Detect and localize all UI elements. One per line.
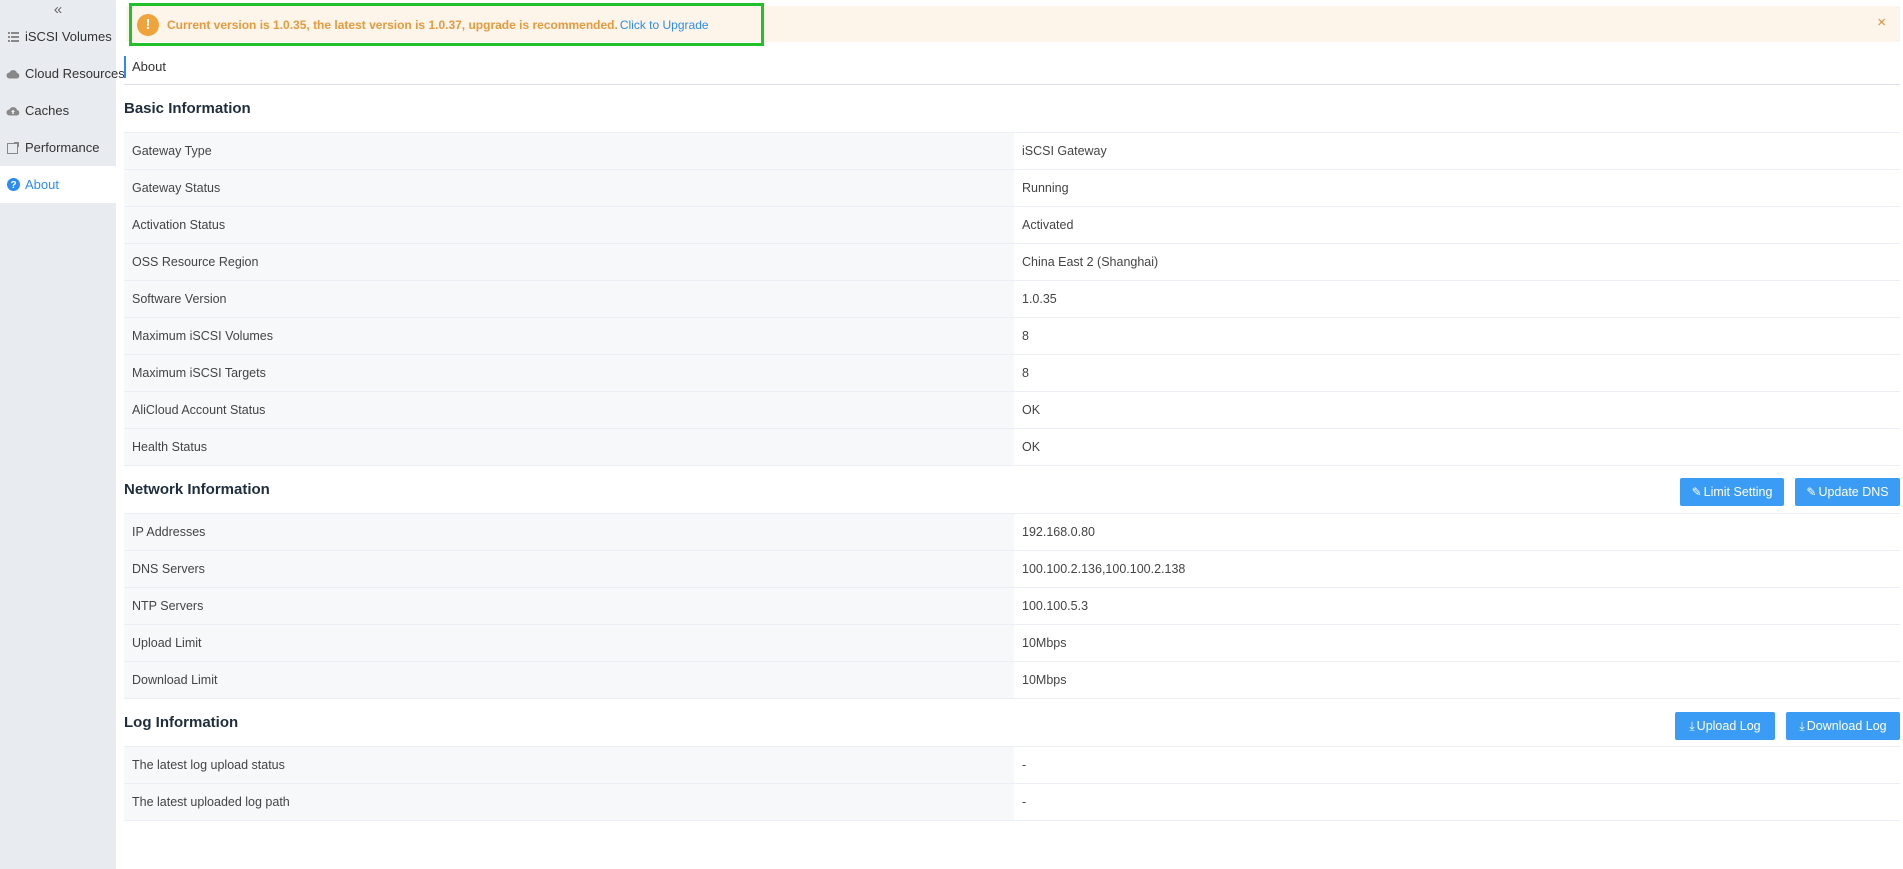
sidebar-item-label: iSCSI Volumes <box>25 29 112 44</box>
network-information-table: IP Addresses 192.168.0.80 DNS Servers 100.1… <box>124 513 1900 699</box>
table-row: Activation Status Activated <box>124 206 1900 244</box>
row-value: China East 2 (Shanghai) <box>1014 243 1900 281</box>
row-value: Running <box>1014 169 1900 207</box>
sidebar-item-about[interactable]: ? About <box>0 166 116 203</box>
cloud-icon <box>6 67 20 81</box>
basic-information-table: Gateway Type iSCSI Gateway Gateway Status R… <box>124 132 1900 466</box>
table-row: NTP Servers 100.100.5.3 <box>124 587 1900 625</box>
row-label: DNS Servers <box>124 550 1014 588</box>
warning-icon: ! <box>137 13 159 36</box>
row-value: - <box>1014 783 1900 821</box>
sidebar-item-label: Performance <box>25 140 100 155</box>
upgrade-link[interactable]: Click to Upgrade <box>620 18 709 32</box>
sidebar-item-cloud-resources[interactable]: Cloud Resources <box>0 55 125 92</box>
row-label: Upload Limit <box>124 624 1014 662</box>
upgrade-alert-highlight: ! Current version is 1.0.35, the latest … <box>129 3 764 46</box>
row-value: 100.100.5.3 <box>1014 587 1900 625</box>
row-label: AliCloud Account Status <box>124 391 1014 429</box>
table-row: Upload Limit 10Mbps <box>124 624 1900 662</box>
table-row: OSS Resource Region China East 2 (Shangha… <box>124 243 1900 281</box>
row-value: Activated <box>1014 206 1900 244</box>
table-row: Gateway Type iSCSI Gateway <box>124 132 1900 170</box>
row-value: 192.168.0.80 <box>1014 513 1900 551</box>
table-row: Health Status OK <box>124 428 1900 466</box>
row-value: - <box>1014 746 1900 784</box>
edit-icon: ✎ <box>1691 485 1702 499</box>
update-dns-button[interactable]: ✎ Update DNS <box>1795 478 1900 506</box>
table-row: AliCloud Account Status OK <box>124 391 1900 429</box>
cloud-upload-icon <box>6 104 20 118</box>
upgrade-alert-message: Current version is 1.0.35, the latest ve… <box>167 17 618 32</box>
row-value: 8 <box>1014 354 1900 392</box>
sidebar-item-iscsi-volumes[interactable]: iSCSI Volumes <box>0 18 116 55</box>
table-row: IP Addresses 192.168.0.80 <box>124 513 1900 551</box>
row-label: Gateway Type <box>124 132 1014 170</box>
chart-icon <box>6 141 20 155</box>
log-information-title: Log Information <box>124 714 239 731</box>
table-row: Maximum iSCSI Targets 8 <box>124 354 1900 392</box>
basic-information-title: Basic Information <box>124 100 251 117</box>
table-row: The latest log upload status - <box>124 746 1900 784</box>
table-row: Gateway Status Running <box>124 169 1900 207</box>
row-label: The latest log upload status <box>124 746 1014 784</box>
limit-setting-button[interactable]: ✎ Limit Setting <box>1680 478 1784 506</box>
row-value: 10Mbps <box>1014 624 1900 662</box>
row-label: IP Addresses <box>124 513 1014 551</box>
row-value: iSCSI Gateway <box>1014 132 1900 170</box>
row-label: Gateway Status <box>124 169 1014 207</box>
row-value: 10Mbps <box>1014 661 1900 699</box>
upgrade-alert: ! Current version is 1.0.35, the latest … <box>126 3 1900 46</box>
row-label: Software Version <box>124 280 1014 318</box>
question-icon: ? <box>6 178 20 192</box>
row-label: OSS Resource Region <box>124 243 1014 281</box>
upload-log-button[interactable]: ⤓ Upload Log <box>1675 712 1775 740</box>
row-label: Download Limit <box>124 661 1014 699</box>
row-value: 8 <box>1014 317 1900 355</box>
row-value: 100.100.2.136,100.100.2.138 <box>1014 550 1900 588</box>
svg-text:?: ? <box>10 180 16 191</box>
table-row: The latest uploaded log path - <box>124 783 1900 821</box>
row-label: NTP Servers <box>124 587 1014 625</box>
download-icon: ⤓ <box>1689 718 1695 733</box>
row-label: The latest uploaded log path <box>124 783 1014 821</box>
row-label: Activation Status <box>124 206 1014 244</box>
sidebar-item-label: Cloud Resources <box>25 66 125 81</box>
download-icon: ⤓ <box>1799 718 1805 733</box>
sidebar-item-caches[interactable]: Caches <box>0 92 116 129</box>
row-label: Health Status <box>124 428 1014 466</box>
table-row: DNS Servers 100.100.2.136,100.100.2.138 <box>124 550 1900 588</box>
sidebar-item-performance[interactable]: Performance <box>0 129 116 166</box>
row-value: OK <box>1014 428 1900 466</box>
list-icon <box>6 30 20 44</box>
sidebar: « iSCSI Volumes Cloud Resources Caches P… <box>0 0 125 869</box>
close-icon[interactable]: × <box>1877 14 1886 31</box>
sidebar-item-label: Caches <box>25 103 70 118</box>
row-label: Maximum iSCSI Targets <box>124 354 1014 392</box>
table-row: Download Limit 10Mbps <box>124 661 1900 699</box>
download-log-button[interactable]: ⤓ Download Log <box>1786 712 1900 740</box>
table-row: Maximum iSCSI Volumes 8 <box>124 317 1900 355</box>
row-value: 1.0.35 <box>1014 280 1900 318</box>
collapse-sidebar-icon[interactable]: « <box>0 0 116 18</box>
tab-about[interactable]: About <box>124 56 166 78</box>
row-value: OK <box>1014 391 1900 429</box>
edit-icon: ✎ <box>1806 485 1817 499</box>
tab-bar: About <box>124 56 1900 85</box>
log-information-table: The latest log upload status - The latest … <box>124 746 1900 821</box>
table-row: Software Version 1.0.35 <box>124 280 1900 318</box>
sidebar-item-label: About <box>25 177 59 192</box>
network-information-title: Network Information <box>124 481 270 498</box>
row-label: Maximum iSCSI Volumes <box>124 317 1014 355</box>
